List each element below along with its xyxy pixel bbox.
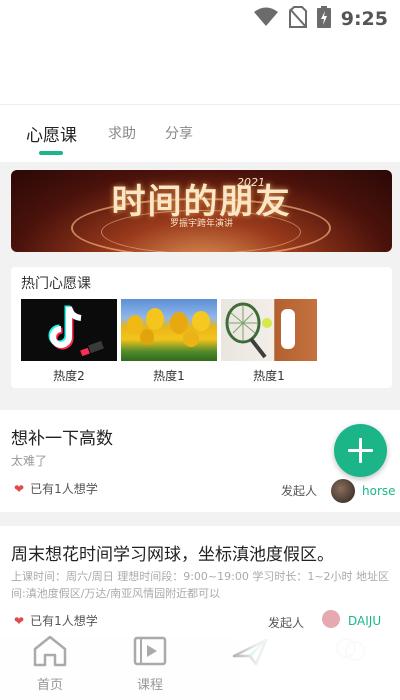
tab-help[interactable]: 求助: [108, 123, 136, 143]
hot-courses-card: 热门心愿课 热度2 热度1 热度1: [11, 267, 392, 388]
banner-year: 2021: [237, 176, 265, 189]
avatar[interactable]: [331, 479, 355, 503]
post-description: 上课时间：周六/周日 理想时间段：9:00~19:00 学习时长：1~2小时 地…: [11, 570, 390, 600]
banner-subtitle: 罗振宇跨年演讲: [169, 219, 233, 229]
post-title: 想补一下高数: [11, 429, 113, 449]
like-count: 已有1人想学: [30, 614, 98, 628]
heart-icon: ❤: [14, 613, 25, 628]
tab-share[interactable]: 分享: [165, 123, 193, 143]
hot-course-item[interactable]: 热度2: [21, 299, 117, 384]
status-bar: 9:25: [0, 0, 400, 36]
initiator-label: 发起人: [281, 484, 318, 498]
heart-icon: ❤: [14, 481, 25, 496]
tab-wish-course[interactable]: 心愿课: [26, 121, 77, 146]
nav-courses-label: 课程: [136, 678, 163, 693]
tennis-image: [221, 299, 317, 361]
hot-course-item[interactable]: 热度1: [221, 299, 317, 384]
post-subtitle: 太难了: [11, 454, 48, 468]
add-wish-button[interactable]: [334, 424, 387, 477]
nav-fade-overlay: [196, 630, 400, 700]
nav-courses[interactable]: 课程: [115, 634, 185, 693]
like-count: 已有1人想学: [30, 482, 98, 496]
battery-charging-icon: [316, 6, 331, 32]
no-sim-icon: [288, 6, 307, 32]
app-header: [0, 36, 400, 104]
promo-banner[interactable]: 时间的朋友 2021 罗振宇跨年演讲: [11, 170, 392, 252]
tulips-image: [121, 299, 217, 361]
hot-course-heat: 热度1: [153, 369, 185, 383]
username[interactable]: horse: [362, 484, 396, 498]
tab-bar: 心愿课 求助 分享: [0, 104, 400, 162]
username[interactable]: DAIJU: [348, 614, 381, 628]
tiktok-logo-image: [21, 299, 117, 361]
status-icons: 9:25: [253, 6, 388, 32]
nav-home-label: 首页: [36, 678, 63, 693]
home-icon: [32, 635, 68, 672]
bottom-navigation: 首页 课程: [0, 630, 400, 700]
like-info[interactable]: ❤ 已有1人想学: [14, 612, 98, 629]
video-icon: [132, 636, 168, 672]
post-title: 周末想花时间学习网球，坐标滇池度假区。: [11, 545, 334, 565]
like-info[interactable]: ❤ 已有1人想学: [14, 480, 98, 497]
active-tab-indicator: [39, 151, 63, 155]
hot-course-heat: 热度2: [53, 369, 85, 383]
avatar[interactable]: [322, 610, 340, 628]
hot-course-item[interactable]: 热度1: [121, 299, 217, 384]
wifi-icon: [253, 7, 279, 31]
nav-home[interactable]: 首页: [15, 634, 85, 693]
hot-course-heat: 热度1: [253, 369, 285, 383]
hot-courses-title: 热门心愿课: [21, 276, 91, 292]
wish-post-card[interactable]: 周末想花时间学习网球，坐标滇池度假区。 上课时间：周六/周日 理想时间段：9:0…: [0, 526, 400, 636]
status-time: 9:25: [340, 8, 388, 30]
initiator-label: 发起人: [268, 616, 305, 630]
